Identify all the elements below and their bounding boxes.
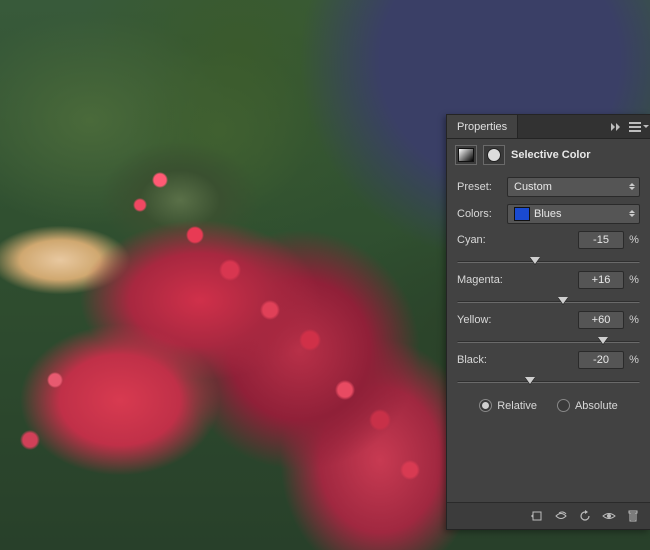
radio-dot-icon xyxy=(479,399,492,412)
percent-sign: % xyxy=(628,354,640,366)
color-swatch xyxy=(514,207,530,221)
panel-header: Selective Color xyxy=(447,139,650,173)
magenta-label: Magenta: xyxy=(457,274,574,286)
cyan-track[interactable] xyxy=(457,257,640,267)
yellow-label: Yellow: xyxy=(457,314,574,326)
black-value[interactable]: -20 xyxy=(578,351,624,369)
percent-sign: % xyxy=(628,314,640,326)
colors-label: Colors: xyxy=(457,208,501,220)
chevron-updown-icon xyxy=(629,181,635,191)
absolute-radio[interactable]: Absolute xyxy=(557,399,618,412)
reset-icon[interactable] xyxy=(574,507,596,525)
tab-properties[interactable]: Properties xyxy=(447,115,518,138)
relative-radio[interactable]: Relative xyxy=(479,399,537,412)
cyan-slider: Cyan: -15 % xyxy=(457,231,640,267)
tab-label: Properties xyxy=(457,121,507,133)
trash-icon[interactable] xyxy=(622,507,644,525)
collapse-panel-icon[interactable] xyxy=(606,115,628,138)
panel-footer xyxy=(447,502,650,529)
magenta-slider: Magenta: +16 % xyxy=(457,271,640,307)
absolute-label: Absolute xyxy=(575,400,618,412)
panel-tabbar: Properties xyxy=(447,115,650,139)
mask-icon[interactable] xyxy=(483,145,505,165)
mode-row: Relative Absolute xyxy=(457,399,640,412)
panel-title: Selective Color xyxy=(511,149,590,161)
percent-sign: % xyxy=(628,274,640,286)
yellow-slider: Yellow: +60 % xyxy=(457,311,640,347)
radio-dot-icon xyxy=(557,399,570,412)
preset-row: Preset: Custom xyxy=(457,177,640,197)
colors-row: Colors: Blues xyxy=(457,204,640,224)
view-previous-icon[interactable] xyxy=(550,507,572,525)
colors-value: Blues xyxy=(534,208,562,220)
slider-thumb[interactable] xyxy=(558,297,568,304)
chevron-updown-icon xyxy=(629,208,635,218)
black-slider: Black: -20 % xyxy=(457,351,640,387)
slider-thumb[interactable] xyxy=(525,377,535,384)
slider-thumb[interactable] xyxy=(598,337,608,344)
clip-to-layer-icon[interactable] xyxy=(526,507,548,525)
black-label: Black: xyxy=(457,354,574,366)
preset-select[interactable]: Custom xyxy=(507,177,640,197)
cyan-value[interactable]: -15 xyxy=(578,231,624,249)
yellow-value[interactable]: +60 xyxy=(578,311,624,329)
panel-menu-icon[interactable] xyxy=(628,115,650,138)
panel-body: Preset: Custom Colors: Blues Cyan: -15 % xyxy=(447,173,650,502)
preset-label: Preset: xyxy=(457,181,501,193)
yellow-track[interactable] xyxy=(457,337,640,347)
relative-label: Relative xyxy=(497,400,537,412)
colors-select[interactable]: Blues xyxy=(507,204,640,224)
magenta-value[interactable]: +16 xyxy=(578,271,624,289)
slider-thumb[interactable] xyxy=(530,257,540,264)
preset-value: Custom xyxy=(514,181,552,193)
adjustment-icon[interactable] xyxy=(455,145,477,165)
magenta-track[interactable] xyxy=(457,297,640,307)
black-track[interactable] xyxy=(457,377,640,387)
cyan-label: Cyan: xyxy=(457,234,574,246)
properties-panel: Properties Selective Color Preset: Custo… xyxy=(446,114,650,530)
visibility-icon[interactable] xyxy=(598,507,620,525)
percent-sign: % xyxy=(628,234,640,246)
